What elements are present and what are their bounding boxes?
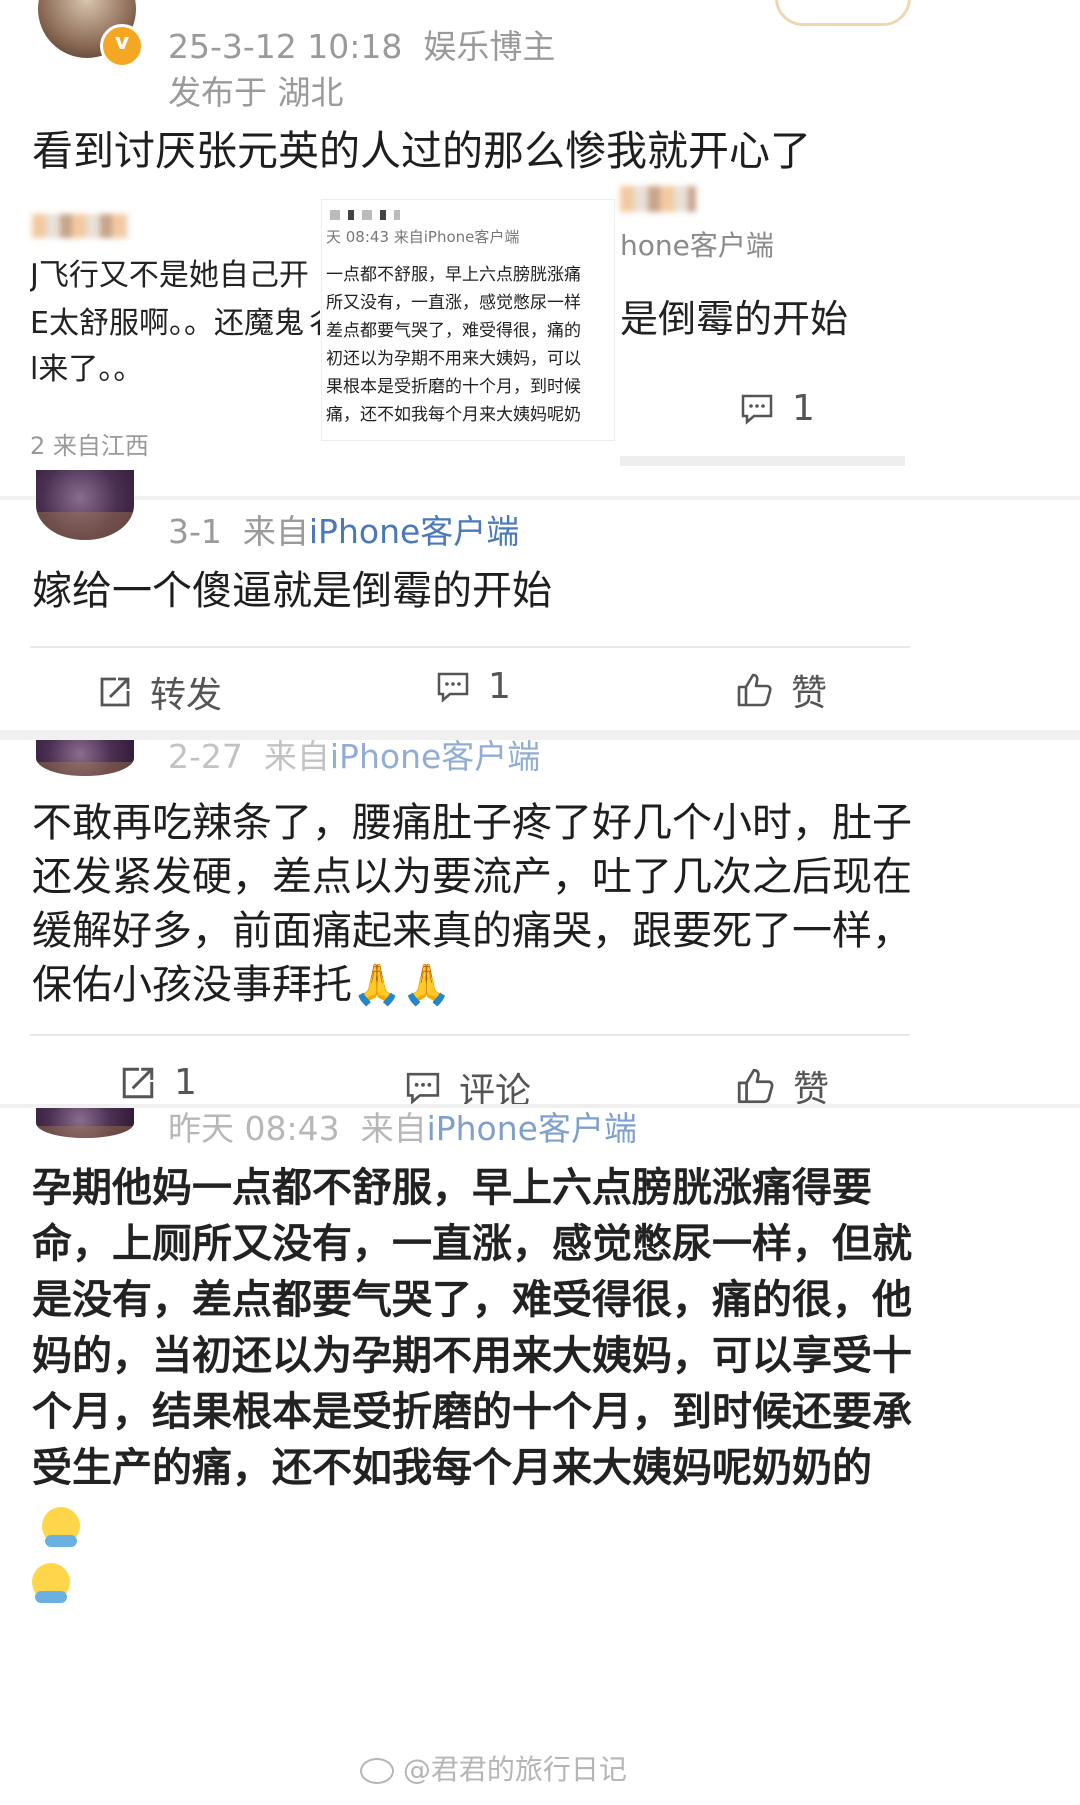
comment-button[interactable]: 1	[436, 666, 511, 707]
source-client[interactable]: iPhone客户端	[427, 1109, 637, 1148]
like-label: 赞	[791, 673, 828, 714]
post-text-content: 孕期他妈一点都不舒服，早上六点膀胱涨痛得要命，上厕所又没有，一直涨，感觉憋尿一样…	[32, 1165, 912, 1491]
face-emoji	[42, 1507, 80, 1547]
repost-icon	[98, 675, 132, 709]
source-prefix: 来自	[263, 737, 330, 776]
post-date: 2-27	[168, 737, 243, 776]
snippet-meta: 2 来自江西	[30, 432, 149, 460]
watermark: @君君的旅行日记	[360, 1748, 627, 1788]
like-button[interactable]: 赞	[735, 664, 827, 716]
comment-count: 1	[488, 666, 511, 707]
comment-button[interactable]: 1	[740, 388, 815, 429]
post-meta: 昨天 08:43 来自iPhone客户端	[168, 1102, 637, 1150]
snippet-meta: hone客户端	[620, 229, 774, 262]
embedded-center-snippet: 天 08:43 来自iPhone客户端 一点都不舒服，早上六点膀胱涨痛 所又没有…	[322, 200, 614, 440]
embedded-left-snippet: J飞行又不是她自己开 E太舒服啊。。还魔鬼彳 l来了。。 2 来自江西	[30, 250, 320, 460]
like-icon	[735, 671, 773, 709]
like-icon	[735, 1066, 775, 1106]
repost-button[interactable]: 转发	[98, 666, 222, 718]
snippet-line: 所又没有，一直涨，感觉憋尿一样	[326, 293, 581, 313]
post-timestamp: 25-3-12 10:18 娱乐博主	[168, 20, 555, 68]
repost-button[interactable]: 1	[120, 1062, 197, 1103]
avatar[interactable]	[36, 1108, 134, 1138]
post-location: 发布于 湖北	[168, 73, 344, 112]
post-text-content: 不敢再吃辣条了，腰痛肚子疼了好几个小时，肚子还发紧发硬，差点以为要流产，吐了几次…	[32, 800, 912, 1008]
snippet-meta: 天 08:43 来自iPhone客户端	[326, 228, 520, 246]
blurred-avatar	[620, 186, 696, 212]
repost-count: 1	[174, 1062, 197, 1103]
post-text: 不敢再吃辣条了，腰痛肚子疼了好几个小时，肚子还发紧发硬，差点以为要流产，吐了几次…	[32, 796, 912, 1012]
comment-count: 1	[792, 388, 815, 429]
blurred-username	[32, 214, 128, 238]
comment-icon	[405, 1071, 441, 1105]
post-date: 3-1	[168, 512, 222, 551]
snippet-line: 初还以为孕期不用来大姨妈，可以	[326, 349, 581, 369]
source-client[interactable]: iPhone客户端	[309, 512, 519, 551]
repost-icon	[120, 1065, 156, 1101]
weibo-logo-icon	[360, 1758, 394, 1784]
blurred-header	[330, 210, 400, 220]
section-divider	[0, 496, 1080, 500]
snippet-line: 果根本是受折磨的十个月，到时候	[326, 377, 581, 397]
avatar[interactable]	[36, 470, 134, 540]
snippet-line: 痛，还不如我每个月来大姨妈呢奶	[326, 405, 581, 425]
post-text: 孕期他妈一点都不舒服，早上六点膀胱涨痛得要命，上厕所又没有，一直涨，感觉憋尿一样…	[32, 1160, 912, 1608]
source-prefix: 来自	[242, 512, 309, 551]
snippet-line: 是倒霉的开始	[620, 297, 849, 341]
comment-icon	[436, 671, 470, 703]
follow-button[interactable]	[775, 0, 911, 26]
post-text: 嫁给一个傻逼就是倒霉的开始	[32, 568, 552, 614]
post-meta: 2-27 来自iPhone客户端	[168, 730, 540, 778]
watermark-text: @君君的旅行日记	[402, 1753, 627, 1786]
avatar[interactable]	[36, 740, 134, 776]
snippet-line: l来了。。	[30, 352, 144, 387]
embedded-right-snippet: hone客户端 是倒霉的开始 1	[620, 220, 910, 470]
post-date: 昨天 08:43	[168, 1109, 340, 1148]
repost-label: 转发	[150, 675, 223, 716]
verified-badge-icon: v	[100, 24, 144, 68]
snippet-line: E太舒服啊。。还魔鬼彳	[30, 306, 320, 341]
snippet-line: 差点都要气哭了，难受得很，痛的	[326, 321, 581, 341]
source-client[interactable]: iPhone客户端	[330, 737, 540, 776]
post-meta: 3-1 来自iPhone客户端	[168, 505, 519, 553]
snippet-line: 一点都不舒服，早上六点膀胱涨痛	[326, 265, 581, 285]
post-date: 25-3-12 10:18	[168, 27, 403, 66]
divider	[30, 1034, 910, 1036]
divider	[30, 646, 910, 648]
comment-icon	[740, 393, 774, 425]
source-prefix: 来自	[360, 1109, 427, 1148]
author-role: 娱乐博主	[423, 27, 556, 66]
face-emoji	[32, 1563, 70, 1603]
post-text: 看到讨厌张元英的人过的那么惨我就开心了	[32, 127, 811, 175]
divider	[620, 456, 905, 466]
snippet-line: J飞行又不是她自己开	[30, 258, 309, 293]
